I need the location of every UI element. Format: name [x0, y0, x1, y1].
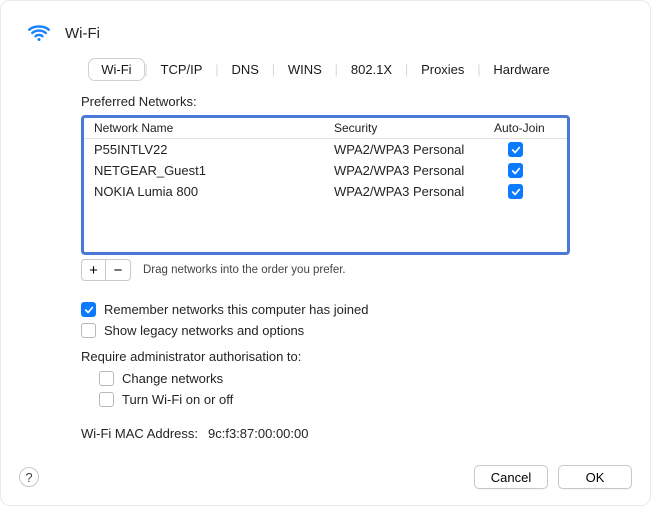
- network-name-cell: P55INTLV22: [94, 142, 334, 157]
- drag-hint: Drag networks into the order you prefer.: [143, 264, 346, 276]
- wifi-icon: [25, 19, 53, 47]
- remove-network-button[interactable]: −: [106, 259, 131, 281]
- network-security-cell: WPA2/WPA3 Personal: [334, 142, 494, 157]
- ok-button[interactable]: OK: [558, 465, 632, 489]
- table-controls: + − Drag networks into the order you pre…: [81, 259, 570, 281]
- change-networks-checkbox[interactable]: [99, 371, 114, 386]
- mac-value: 9c:f3:87:00:00:00: [208, 426, 308, 441]
- auto-join-cell: [494, 163, 570, 178]
- remember-checkbox[interactable]: [81, 302, 96, 317]
- show-legacy-checkbox[interactable]: [81, 323, 96, 338]
- add-network-button[interactable]: +: [81, 259, 106, 281]
- auto-join-checkbox[interactable]: [508, 142, 523, 157]
- turn-wifi-label: Turn Wi-Fi on or off: [122, 392, 233, 407]
- preferred-networks-table[interactable]: Network Name Security Auto-Join P55INTLV…: [81, 115, 570, 255]
- tab-bar: Wi-Fi TCP/IPDNS WINS802.1XProxiesHardware: [19, 59, 632, 80]
- col-auto-join[interactable]: Auto-Join: [494, 121, 570, 135]
- title-row: Wi-Fi: [19, 15, 632, 59]
- network-name-cell: NETGEAR_Guest1: [94, 163, 334, 178]
- tab-tcp-ip[interactable]: TCP/IP: [149, 59, 215, 80]
- network-security-cell: WPA2/WPA3 Personal: [334, 163, 494, 178]
- content-area: Preferred Networks: Network Name Securit…: [19, 94, 632, 441]
- admin-auth-label: Require administrator authorisation to:: [81, 349, 570, 364]
- turn-wifi-checkbox[interactable]: [99, 392, 114, 407]
- mac-address-row: Wi-Fi MAC Address: 9c:f3:87:00:00:00: [81, 426, 570, 441]
- tab-dns[interactable]: DNS: [219, 59, 270, 80]
- page-title: Wi-Fi: [65, 25, 100, 42]
- tab-separator: [144, 59, 149, 80]
- tab-802-1x[interactable]: 802.1X: [339, 59, 404, 80]
- network-name-cell: NOKIA Lumia 800: [94, 184, 334, 199]
- col-security[interactable]: Security: [334, 121, 494, 135]
- tab-proxies[interactable]: Proxies: [409, 59, 476, 80]
- preferred-networks-label: Preferred Networks:: [81, 94, 570, 109]
- wifi-advanced-window: Wi-Fi Wi-Fi TCP/IPDNS WINS802.1XProxiesHar…: [0, 0, 651, 506]
- cancel-button[interactable]: Cancel: [474, 465, 548, 489]
- remember-label: Remember networks this computer has join…: [104, 302, 368, 317]
- auto-join-cell: [494, 142, 570, 157]
- tab-wi-fi[interactable]: Wi-Fi: [89, 59, 143, 80]
- show-legacy-label: Show legacy networks and options: [104, 323, 304, 338]
- options: Remember networks this computer has join…: [81, 299, 570, 441]
- tab-hardware[interactable]: Hardware: [481, 59, 561, 80]
- table-header: Network Name Security Auto-Join: [84, 118, 567, 139]
- mac-label: Wi-Fi MAC Address:: [81, 426, 198, 441]
- table-row[interactable]: NOKIA Lumia 800WPA2/WPA3 Personal: [84, 181, 567, 202]
- col-network-name[interactable]: Network Name: [94, 121, 334, 135]
- table-row[interactable]: NETGEAR_Guest1WPA2/WPA3 Personal: [84, 160, 567, 181]
- auto-join-cell: [494, 184, 570, 199]
- help-button[interactable]: ?: [19, 467, 39, 487]
- auto-join-checkbox[interactable]: [508, 184, 523, 199]
- tab-wins[interactable]: WINS: [276, 59, 334, 80]
- auto-join-checkbox[interactable]: [508, 163, 523, 178]
- network-security-cell: WPA2/WPA3 Personal: [334, 184, 494, 199]
- table-row[interactable]: P55INTLV22WPA2/WPA3 Personal: [84, 139, 567, 160]
- footer: ? Cancel OK: [19, 465, 632, 489]
- table-body: P55INTLV22WPA2/WPA3 PersonalNETGEAR_Gues…: [84, 139, 567, 202]
- change-networks-label: Change networks: [122, 371, 223, 386]
